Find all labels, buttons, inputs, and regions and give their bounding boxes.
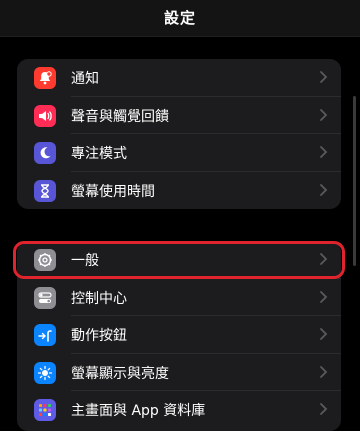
chevron-right-icon <box>320 146 328 158</box>
settings-item-label: 動作按鈕 <box>71 328 127 344</box>
app-grid-icon <box>34 399 56 421</box>
speaker-icon <box>34 104 56 127</box>
toggles-icon <box>34 286 56 309</box>
chevron-right-icon <box>320 290 328 303</box>
bell-icon <box>34 67 56 89</box>
settings-item-action-button[interactable]: 動作按鈕 <box>17 316 341 354</box>
navigation-bar: 設定 <box>0 0 360 37</box>
chevron-right-icon <box>320 403 328 415</box>
settings-item-notifications[interactable]: 通知 <box>17 59 341 97</box>
action-button-icon <box>34 324 56 346</box>
chevron-right-icon <box>320 108 328 121</box>
chevron-right-icon <box>320 328 328 340</box>
settings-list[interactable]: 通知 聲音與觸覺回饋 專注模式 螢幕使用時間 一般 控制中心 動作按鈕 螢幕顯示… <box>0 36 360 431</box>
chevron-right-icon <box>320 183 328 196</box>
sun-icon <box>34 361 56 384</box>
hourglass-icon <box>34 179 56 202</box>
settings-group-notifications: 通知 聲音與觸覺回饋 專注模式 螢幕使用時間 <box>17 59 341 209</box>
chevron-right-icon <box>320 71 328 83</box>
highlight-annotation <box>13 241 345 279</box>
settings-item-label: 專注模式 <box>71 146 127 162</box>
settings-item-screen-time[interactable]: 螢幕使用時間 <box>17 172 341 210</box>
settings-item-label: 聲音與觸覺回饋 <box>71 108 169 125</box>
settings-item-label: 主畫面與 App 資料庫 <box>71 403 206 419</box>
settings-item-control-center[interactable]: 控制中心 <box>17 279 341 316</box>
chevron-right-icon <box>320 365 328 378</box>
settings-item-display-brightness[interactable]: 螢幕顯示與亮度 <box>17 354 341 391</box>
page-title: 設定 <box>163 9 196 27</box>
settings-item-sounds-haptics[interactable]: 聲音與觸覺回饋 <box>17 97 341 134</box>
settings-item-home-screen-app-library[interactable]: 主畫面與 App 資料庫 <box>17 391 341 429</box>
settings-item-label: 螢幕顯示與亮度 <box>71 365 169 382</box>
settings-item-focus[interactable]: 專注模式 <box>17 134 341 172</box>
scrollbar[interactable] <box>353 96 356 266</box>
settings-item-label: 控制中心 <box>71 290 127 307</box>
settings-item-label: 通知 <box>71 71 99 87</box>
moon-icon <box>34 142 56 164</box>
settings-item-label: 螢幕使用時間 <box>71 183 155 200</box>
